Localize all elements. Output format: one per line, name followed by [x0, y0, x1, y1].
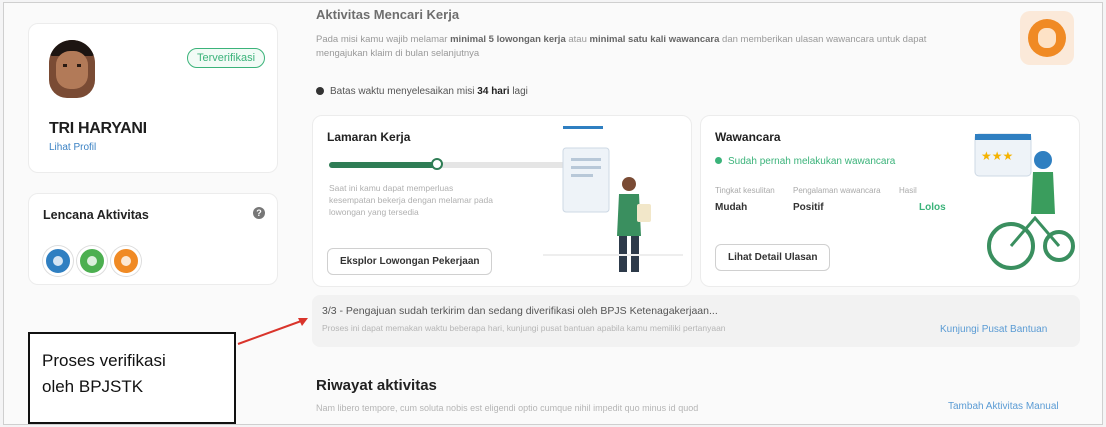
application-progress-bar	[329, 158, 569, 170]
interview-title: Wawancara	[715, 130, 781, 144]
annotation-line-1: Proses verifikasi	[42, 351, 166, 370]
interview-card: Wawancara Sudah pernah melakukan wawanca…	[700, 115, 1080, 287]
avatar	[49, 40, 95, 98]
annotation-line-2: oleh BPJSTK	[42, 377, 144, 396]
check-badge-icon[interactable]	[77, 246, 107, 276]
add-manual-activity-link[interactable]: Tambah Aktivitas Manual	[948, 401, 1059, 412]
annotation-callout: Proses verifikasi oleh BPJSTK	[28, 332, 236, 424]
bullet-icon	[316, 87, 324, 95]
status-dot-icon	[715, 157, 722, 164]
person-badge-icon[interactable]	[111, 246, 141, 276]
job-seeker-illustration	[543, 126, 683, 272]
experience-label: Pengalaman wawancara	[793, 186, 881, 195]
mission-description: Pada misi kamu wajib melamar minimal 5 l…	[316, 34, 927, 59]
interview-status: Sudah pernah melakukan wawancara	[715, 156, 895, 167]
job-application-description: Saat ini kamu dapat memperluas kesempata…	[329, 183, 493, 217]
svg-text:★★★: ★★★	[981, 149, 1013, 163]
profile-card: Terverifikasi TRI HARYANI Lihat Profil	[28, 23, 278, 173]
notice-text: 3/3 - Pengajuan sudah terkirim dan sedan…	[322, 305, 718, 317]
activity-badges-card: Lencana Aktivitas ?	[28, 193, 278, 285]
experience-value: Positif	[793, 202, 824, 213]
help-center-link[interactable]: Kunjungi Pusat Bantuan	[940, 324, 1047, 335]
history-description: Nam libero tempore, cum soluta nobis est…	[316, 403, 699, 413]
result-value: Lolos	[919, 202, 946, 213]
difficulty-label: Tingkat kesulitan	[715, 186, 775, 195]
difficulty-value: Mudah	[715, 202, 748, 213]
profile-name: TRI HARYANI	[49, 120, 147, 137]
deadline-info: Batas waktu menyelesaikan misi 34 hari l…	[316, 86, 528, 97]
notice-subtext: Proses ini dapat memakan waktu beberapa …	[322, 323, 726, 333]
job-application-title: Lamaran Kerja	[327, 130, 411, 144]
document-badge-icon[interactable]	[43, 246, 73, 276]
verification-notice: 3/3 - Pengajuan sudah terkirim dan sedan…	[312, 295, 1080, 347]
annotation-arrow	[237, 318, 308, 345]
job-application-card: Lamaran Kerja Saat ini kamu dapat memper…	[312, 115, 692, 287]
view-profile-link[interactable]: Lihat Profil	[49, 142, 96, 153]
badges-title: Lencana Aktivitas	[43, 208, 149, 222]
mission-title: Aktivitas Mencari Kerja	[316, 7, 460, 22]
cyclist-illustration: ★★★	[974, 133, 1075, 270]
result-label: Hasil	[899, 186, 917, 195]
help-icon[interactable]: ?	[253, 207, 265, 219]
mission-avatar-icon	[1020, 11, 1074, 65]
history-title: Riwayat aktivitas	[316, 377, 437, 394]
explore-jobs-button[interactable]: Eksplor Lowongan Pekerjaan	[327, 248, 493, 275]
verified-badge: Terverifikasi	[187, 48, 266, 68]
view-review-detail-button[interactable]: Lihat Detail Ulasan	[715, 244, 831, 271]
